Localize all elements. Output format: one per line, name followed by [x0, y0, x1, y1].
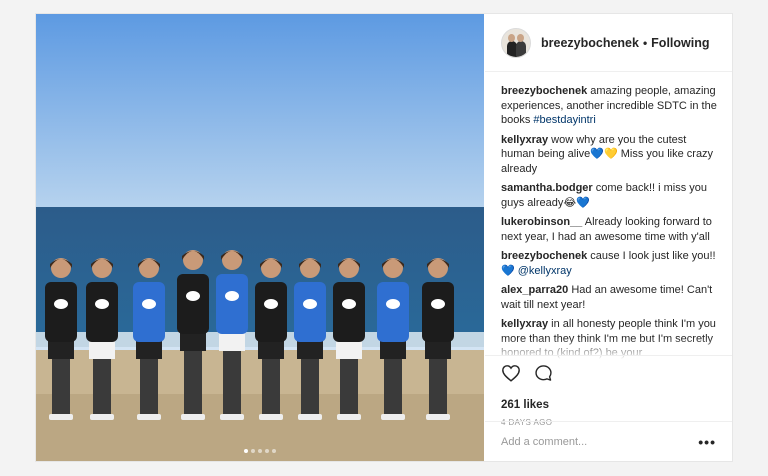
- carousel-dot[interactable]: [244, 449, 248, 453]
- post-header: breezybochenek • Following: [485, 14, 732, 72]
- separator-dot: •: [642, 35, 648, 50]
- comments-fade: [501, 338, 720, 360]
- comment-item: lukerobinson__ Already looking forward t…: [501, 215, 720, 244]
- comments-list[interactable]: breezybochenek amazing people, amazing e…: [501, 84, 720, 360]
- more-horizontal-icon[interactable]: •••: [698, 434, 716, 450]
- carousel-dot[interactable]: [272, 449, 276, 453]
- comment-item: breezybochenek cause I look just like yo…: [501, 249, 720, 278]
- comment-username[interactable]: breezybochenek: [501, 250, 587, 262]
- post-photo[interactable]: [36, 14, 484, 461]
- instagram-post-card: breezybochenek • Following breezybochene…: [35, 13, 733, 462]
- comment-username[interactable]: alex_parra20: [501, 284, 568, 296]
- comment-username[interactable]: kellyxray: [501, 318, 548, 330]
- carousel-indicator: [36, 449, 484, 453]
- carousel-dot[interactable]: [265, 449, 269, 453]
- comment-username[interactable]: breezybochenek: [501, 85, 587, 97]
- heart-icon[interactable]: [501, 364, 521, 382]
- comment-item: alex_parra20 Had an awesome time! Can't …: [501, 283, 720, 312]
- add-comment-bar: •••: [485, 421, 732, 461]
- emoji-heart: 💙: [501, 264, 515, 277]
- comment-item: breezybochenek amazing people, amazing e…: [501, 84, 720, 128]
- comment-username[interactable]: kellyxray: [501, 134, 548, 146]
- comment-item: kellyxray wow why are you the cutest hum…: [501, 133, 720, 177]
- group-beach-photo: [36, 14, 484, 461]
- post-actions: 261 likes 4 DAYS AGO: [485, 355, 732, 427]
- avatar[interactable]: [501, 27, 531, 58]
- header-username[interactable]: breezybochenek: [541, 36, 639, 50]
- comment-username[interactable]: lukerobinson__: [501, 216, 582, 228]
- mention-link[interactable]: @kellyxray: [518, 265, 572, 277]
- carousel-dot[interactable]: [251, 449, 255, 453]
- post-sidebar: breezybochenek • Following breezybochene…: [485, 14, 732, 461]
- likes-count[interactable]: 261 likes: [501, 399, 549, 411]
- comment-item: samantha.bodger come back!! i miss you g…: [501, 181, 720, 210]
- comment-input[interactable]: [501, 435, 699, 448]
- comment-username[interactable]: samantha.bodger: [501, 182, 593, 194]
- emoji-hearts: 💙💛: [590, 148, 618, 160]
- carousel-dot[interactable]: [258, 449, 262, 453]
- hashtag-link[interactable]: #bestdayintri: [533, 114, 595, 126]
- comment-text: cause I look just like you!!: [590, 250, 716, 262]
- emoji-laugh-heart: 😂💙: [563, 196, 590, 209]
- comment-icon[interactable]: [534, 364, 553, 382]
- following-button[interactable]: Following: [651, 36, 709, 50]
